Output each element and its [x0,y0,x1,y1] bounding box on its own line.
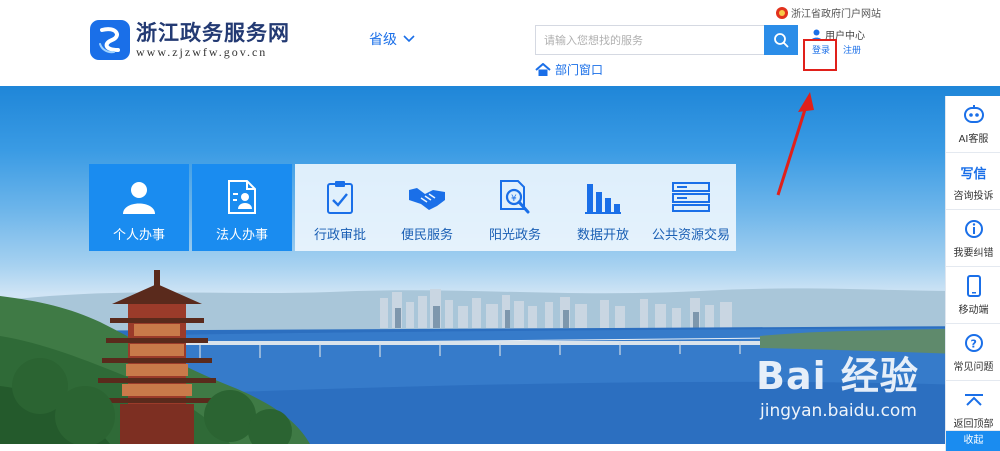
baidu-jingyan-watermark: Bai 经验 jingyan.baidu.com [756,345,944,431]
annotation-arrow [776,92,814,196]
dept-window-label: 部门窗口 [555,63,604,77]
float-sidebar: AI客服 写信 咨询投诉 我要纠错 移动端 ? 常见问题 返回顶部 收起 [945,96,1000,451]
float-faq-label: 常见问题 [953,362,994,373]
region-selector[interactable]: 省级 [369,29,415,49]
person-icon [121,178,157,216]
tile-public-service[interactable]: 便民服务 [383,164,471,251]
watermark-sub: jingyan.baidu.com [760,401,917,421]
login-highlight-box [803,39,837,71]
clipboard-check-icon [325,178,355,216]
logo-url: www.zjzwfw.gov.cn [136,45,268,59]
info-icon [964,218,984,240]
id-document-icon [225,178,259,216]
float-item-correct[interactable]: 我要纠错 [946,210,1000,267]
tile-public-service-label: 便民服务 [400,228,453,243]
svg-text:?: ? [970,338,976,351]
home-icon [535,62,551,76]
tile-legal-label: 法人办事 [215,228,268,243]
tile-sunshine-label: 阳光政务 [488,228,541,243]
search-input[interactable] [535,25,764,55]
float-top-label: 返回顶部 [953,419,994,430]
svg-text:¥: ¥ [511,194,517,204]
tile-personal[interactable]: 个人办事 [89,164,189,251]
logo-icon [90,20,130,60]
chevron-down-icon [403,35,415,43]
tile-approval[interactable]: 行政审批 [296,164,384,251]
mobile-phone-icon [966,275,981,297]
float-item-complaint[interactable]: 写信 咨询投诉 [946,153,1000,210]
float-complaint-label: 咨询投诉 [953,191,994,202]
gov-portal-label: 浙江省政府门户网站 [791,9,881,20]
search-button[interactable] [764,25,798,55]
float-item-top[interactable]: 返回顶部 [946,381,1000,431]
watermark-main: Bai 经验 [756,354,919,398]
tile-personal-label: 个人办事 [112,228,165,243]
bar-chart-icon [584,178,622,216]
handshake-icon [407,178,447,216]
site-logo[interactable]: 浙江政务服务网 www.zjzwfw.gov.cn [90,20,290,60]
question-icon: ? [964,332,984,354]
server-list-icon [671,178,711,216]
float-ai-label: AI客服 [958,134,989,145]
document-search-icon: ¥ [498,178,532,216]
float-item-mobile[interactable]: 移动端 [946,267,1000,324]
search-icon [774,33,789,48]
page-root: 浙江政务服务网 www.zjzwfw.gov.cn 省级 部门窗口 浙江省政府门… [0,0,1000,451]
region-label: 省级 [369,32,397,48]
logo-title: 浙江政务服务网 [136,20,290,45]
tile-resource-trade-label: 公共资源交易 [651,228,730,243]
register-link[interactable]: 注册 [843,43,861,56]
tile-legal[interactable]: 法人办事 [192,164,292,251]
float-item-ai[interactable]: AI客服 [946,96,1000,153]
tile-approval-label: 行政审批 [313,228,366,243]
float-mobile-label: 移动端 [958,305,989,316]
back-to-top-icon [964,389,984,411]
collapse-button[interactable]: 收起 [946,431,1000,451]
tile-resource-trade[interactable]: 公共资源交易 [646,164,736,251]
gov-portal-link[interactable]: 浙江省政府门户网站 [776,5,881,20]
site-header: 浙江政务服务网 www.zjzwfw.gov.cn 省级 部门窗口 浙江省政府门… [0,0,1000,86]
national-emblem-icon [776,6,788,19]
tile-sunshine[interactable]: ¥ 阳光政务 [471,164,559,251]
float-item-faq[interactable]: ? 常见问题 [946,324,1000,381]
dept-window-link[interactable]: 部门窗口 [535,61,603,78]
robot-icon [963,104,985,126]
tile-open-data-label: 数据开放 [576,228,629,243]
tile-open-data[interactable]: 数据开放 [559,164,647,251]
float-correct-label: 我要纠错 [953,248,994,259]
letter-icon: 写信 [960,166,987,182]
